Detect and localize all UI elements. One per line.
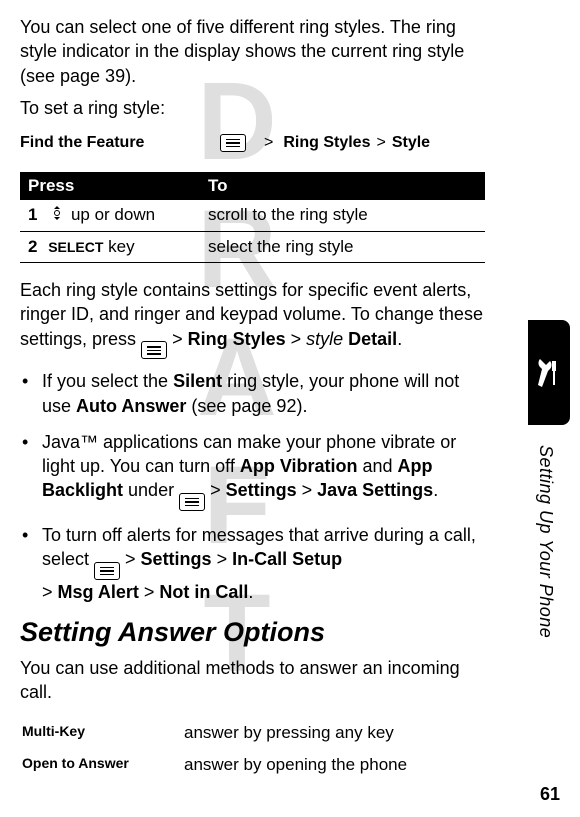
key-suffix: key <box>103 237 134 256</box>
nav-app-vibration: App Vibration <box>240 456 358 476</box>
period: . <box>433 480 438 500</box>
menu-icon <box>220 134 246 152</box>
option-open-to-answer: Open to Answer <box>22 750 182 780</box>
step-number: 2 <box>28 237 37 256</box>
chevron: > <box>205 480 226 500</box>
text: If you select the <box>42 371 173 391</box>
find-feature-label: Find the Feature <box>20 134 220 152</box>
nav-detail: Detail <box>348 329 397 349</box>
nav-msg-alert: Msg Alert <box>58 582 139 602</box>
paragraph-answer-intro: You can use additional methods to answer… <box>20 656 485 705</box>
option-multi-key: Multi-Key <box>22 718 182 748</box>
chevron: > <box>286 329 307 349</box>
table-row: 1 up or down scroll to the ring style <box>20 200 485 232</box>
header-press: Press <box>20 172 200 200</box>
chevron: > <box>42 582 58 602</box>
nav-settings: Settings <box>226 480 297 500</box>
heading-answer-options: Setting Answer Options <box>20 617 485 648</box>
table-row: Open to Answer answer by opening the pho… <box>22 750 483 780</box>
press-to-table: Press To 1 up or down scroll to the ring… <box>20 172 485 263</box>
paragraph-change-settings: Each ring style contains settings for sp… <box>20 278 485 359</box>
select-key-label: SELECT <box>48 239 103 255</box>
list-item: To turn off alerts for messages that arr… <box>42 523 485 604</box>
chevron: > <box>212 549 233 569</box>
period: . <box>397 329 402 349</box>
step-number: 1 <box>28 205 37 224</box>
nav-settings: Settings <box>141 549 212 569</box>
text: and <box>358 456 398 476</box>
chevron: > <box>376 134 385 152</box>
page-number: 61 <box>540 784 560 805</box>
nav-java-settings: Java Settings <box>317 480 433 500</box>
to-text: scroll to the ring style <box>200 200 485 232</box>
list-item: If you select the Silent ring style, you… <box>42 369 485 418</box>
table-header-row: Press To <box>20 172 485 200</box>
nav-not-in-call: Not in Call <box>159 582 248 602</box>
text: (see page 92). <box>186 396 307 416</box>
to-text: select the ring style <box>200 231 485 262</box>
menu-icon <box>179 493 205 511</box>
nav-up-down-icon <box>48 205 66 226</box>
bullet-list: If you select the Silent ring style, you… <box>20 369 485 604</box>
press-text: up or down <box>71 205 155 224</box>
nav-ring-styles: Ring Styles <box>188 329 286 349</box>
option-desc: answer by opening the phone <box>184 750 483 780</box>
style-placeholder: style <box>306 329 343 349</box>
chevron: > <box>264 134 273 152</box>
chevron: > <box>139 582 160 602</box>
table-row: 2 SELECT key select the ring style <box>20 231 485 262</box>
nav-style: Style <box>392 134 430 152</box>
nav-incall-setup: In-Call Setup <box>232 549 342 569</box>
period: . <box>248 582 253 602</box>
list-item: Java™ applications can make your phone v… <box>42 430 485 511</box>
chevron: > <box>297 480 318 500</box>
intro-paragraph-1: You can select one of five different rin… <box>20 15 485 88</box>
table-row: Multi-Key answer by pressing any key <box>22 718 483 748</box>
nav-ring-styles: Ring Styles <box>283 134 370 152</box>
nav-silent: Silent <box>173 371 222 391</box>
find-feature-row: Find the Feature > Ring Styles > Style <box>20 134 485 152</box>
menu-icon <box>141 341 167 359</box>
text: under <box>123 480 179 500</box>
intro-paragraph-2: To set a ring style: <box>20 98 485 119</box>
chevron: > <box>167 329 188 349</box>
menu-icon <box>94 562 120 580</box>
option-desc: answer by pressing any key <box>184 718 483 748</box>
page-content: You can select one of five different rin… <box>0 0 540 797</box>
chevron: > <box>120 549 141 569</box>
answer-options-table: Multi-Key answer by pressing any key Ope… <box>20 716 485 782</box>
nav-auto-answer: Auto Answer <box>76 396 186 416</box>
header-to: To <box>200 172 485 200</box>
